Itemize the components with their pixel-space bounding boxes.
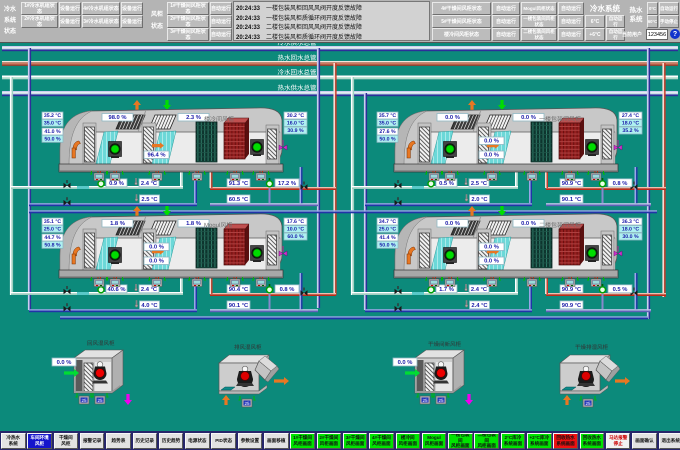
svg-text:25: 25 xyxy=(244,401,250,406)
svg-text:90.9 °C: 90.9 °C xyxy=(562,286,582,293)
svg-text:18.0 °C: 18.0 °C xyxy=(622,121,640,127)
svg-text:50.0 %: 50.0 % xyxy=(379,243,396,249)
svg-text:41.4 %: 41.4 % xyxy=(379,235,396,241)
svg-text:35.0 °C: 35.0 °C xyxy=(44,121,62,127)
svg-text:25.0 °C: 25.0 °C xyxy=(44,227,62,233)
svg-text:0.0 %: 0.0 % xyxy=(445,114,460,121)
svg-text:27.6 %: 27.6 % xyxy=(379,129,396,135)
svg-text:50.0 %: 50.0 % xyxy=(44,137,61,143)
svg-text:2.5 °C: 2.5 °C xyxy=(141,196,158,203)
svg-text:0.5 %: 0.5 % xyxy=(613,286,628,293)
svg-text:60.5 °C: 60.5 °C xyxy=(229,196,249,203)
svg-text:1.7 %: 1.7 % xyxy=(439,286,454,293)
svg-text:Mogul风柜: Mogul风柜 xyxy=(204,221,232,229)
svg-text:90.1 °C: 90.1 °C xyxy=(562,196,582,203)
svg-text:98.0 %: 98.0 % xyxy=(108,114,126,121)
svg-text:50.8 %: 50.8 % xyxy=(44,243,61,249)
svg-text:0.0 %: 0.0 % xyxy=(521,220,536,227)
svg-text:0.0 %: 0.0 % xyxy=(484,152,499,159)
svg-text:18.0 °C: 18.0 °C xyxy=(622,227,640,233)
svg-text:17.2 %: 17.2 % xyxy=(278,180,296,187)
svg-text:冷水回水总管: 冷水回水总管 xyxy=(278,69,318,77)
svg-text:4.0 °C: 4.0 °C xyxy=(141,302,158,309)
svg-text:30.2 °C: 30.2 °C xyxy=(287,113,305,119)
svg-text:25: 25 xyxy=(422,398,428,403)
svg-text:35.7 °C: 35.7 °C xyxy=(379,113,397,119)
svg-text:热水回水总管: 热水回水总管 xyxy=(278,54,318,62)
svg-text:2.4 °C: 2.4 °C xyxy=(141,286,158,293)
svg-text:二楼包装间风柜: 二楼包装间风柜 xyxy=(539,221,581,229)
svg-text:25: 25 xyxy=(585,401,591,406)
svg-text:2.4 °C: 2.4 °C xyxy=(471,286,488,293)
svg-text:35.2 %: 35.2 % xyxy=(622,128,639,134)
svg-text:41.0 %: 41.0 % xyxy=(44,129,61,135)
svg-text:90.9 °C: 90.9 °C xyxy=(562,180,582,187)
svg-text:2.5 °C: 2.5 °C xyxy=(471,180,488,187)
svg-text:90.1 °C: 90.1 °C xyxy=(229,302,249,309)
svg-text:25: 25 xyxy=(97,398,103,403)
svg-text:0.0 %: 0.0 % xyxy=(57,359,72,366)
svg-text:2.4 °C: 2.4 °C xyxy=(141,180,158,187)
svg-text:35.2 °C: 35.2 °C xyxy=(44,113,62,119)
svg-text:热水供水总管: 热水供水总管 xyxy=(278,84,318,92)
svg-text:10.0 °C: 10.0 °C xyxy=(287,227,305,233)
svg-text:2.3 %: 2.3 % xyxy=(186,114,201,121)
svg-text:0.0 %: 0.0 % xyxy=(149,258,164,265)
svg-text:0.0 %: 0.0 % xyxy=(149,244,164,251)
svg-text:2.0 °C: 2.0 °C xyxy=(471,196,488,203)
svg-text:30.9 %: 30.9 % xyxy=(287,128,304,134)
svg-text:30.0 %: 30.0 % xyxy=(622,234,639,240)
svg-text:0.8 %: 0.8 % xyxy=(280,286,295,293)
svg-text:回风湿风柜: 回风湿风柜 xyxy=(87,340,115,347)
svg-text:60.0 %: 60.0 % xyxy=(287,234,304,240)
svg-text:35.0 °C: 35.0 °C xyxy=(379,121,397,127)
svg-text:干燥排湿风柜: 干燥排湿风柜 xyxy=(575,344,609,351)
svg-text:1.8 %: 1.8 % xyxy=(186,220,201,227)
svg-text:2.4 °C: 2.4 °C xyxy=(471,302,488,309)
svg-text:27.4 °C: 27.4 °C xyxy=(622,113,640,119)
svg-text:25: 25 xyxy=(438,398,444,403)
svg-text:1.8 %: 1.8 % xyxy=(110,220,125,227)
svg-text:0.0 %: 0.0 % xyxy=(484,138,499,145)
svg-text:40.6 %: 40.6 % xyxy=(107,286,125,293)
svg-text:36.3 °C: 36.3 °C xyxy=(622,219,640,225)
svg-text:0.0 %: 0.0 % xyxy=(445,220,460,227)
svg-text:楼冷间风柜: 楼冷间风柜 xyxy=(204,115,234,123)
svg-text:17.6 °C: 17.6 °C xyxy=(287,219,305,225)
svg-text:90.4 °C: 90.4 °C xyxy=(229,286,249,293)
svg-text:0.8 %: 0.8 % xyxy=(613,180,628,187)
svg-text:50.0 %: 50.0 % xyxy=(379,137,396,143)
svg-text:0.0 %: 0.0 % xyxy=(484,244,499,251)
svg-text:16.0 °C: 16.0 °C xyxy=(287,121,305,127)
svg-text:0.0 %: 0.0 % xyxy=(484,258,499,265)
svg-text:一楼包装间风柜: 一楼包装间风柜 xyxy=(539,115,581,123)
svg-text:0.0 %: 0.0 % xyxy=(521,114,536,121)
svg-text:25.0 °C: 25.0 °C xyxy=(379,227,397,233)
svg-text:96.4 %: 96.4 % xyxy=(147,152,165,159)
svg-text:0.5 %: 0.5 % xyxy=(439,180,454,187)
svg-text:91.3 °C: 91.3 °C xyxy=(229,180,249,187)
svg-text:0.9 %: 0.9 % xyxy=(109,180,124,187)
svg-text:排风湿风柜: 排风湿风柜 xyxy=(234,344,262,351)
svg-text:0.0 %: 0.0 % xyxy=(398,359,413,366)
svg-text:34.7 °C: 34.7 °C xyxy=(379,219,397,225)
svg-text:44.7 %: 44.7 % xyxy=(44,235,61,241)
svg-text:干燥间新风柜: 干燥间新风柜 xyxy=(428,341,462,348)
svg-text:90.9 °C: 90.9 °C xyxy=(562,302,582,309)
svg-text:35.1 °C: 35.1 °C xyxy=(44,219,62,225)
svg-text:25: 25 xyxy=(81,398,87,403)
